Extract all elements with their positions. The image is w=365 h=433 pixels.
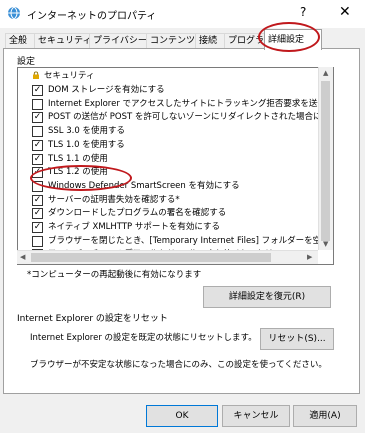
title-bar: インターネットのプロパティ ? ✕ [0, 0, 365, 28]
reset-button[interactable]: リセット(S)... [260, 328, 334, 350]
scroll-down-icon[interactable]: ▼ [323, 240, 328, 248]
setting-label: ブラウザーを閉じたとき、[Temporary Internet Files] フ… [48, 235, 334, 246]
setting-label: POST の送信が POST を許可しないゾーンにリダイレクトされた場合に警 [48, 112, 330, 123]
setting-label: TLS 1.1 の使用 [48, 153, 108, 164]
setting-checkbox[interactable] [32, 98, 43, 110]
setting-label: ダウンロードしたプログラムの署名を確認する [48, 208, 227, 219]
horizontal-scrollbar[interactable]: ◀ ▶ [17, 250, 318, 264]
reset-description: Internet Explorer の設定を既定の状態にリセットします。 [30, 333, 257, 343]
setting-label: Internet Explorer でアクセスしたサイトにトラッキング拒否要求を… [48, 98, 334, 109]
setting-label: TLS 1.0 を使用する [48, 139, 125, 150]
horizontal-scroll-thumb[interactable] [31, 253, 271, 262]
setting-label: SSL 3.0 を使用する [48, 126, 125, 137]
close-button[interactable]: ✕ [339, 4, 351, 20]
advanced-tab-highlight [258, 22, 320, 52]
category-label: セキュリティ [44, 71, 95, 81]
setting-checkbox[interactable]: ✓ [32, 112, 43, 124]
settings-section-label: 設定 [17, 57, 36, 67]
setting-checkbox[interactable] [32, 126, 43, 138]
cancel-button[interactable]: キャンセル [222, 405, 290, 427]
setting-checkbox[interactable] [32, 235, 43, 247]
tab-connections[interactable]: 接続 [195, 33, 227, 49]
tab-security[interactable]: セキュリティ [34, 33, 92, 49]
window-title: インターネットのプロパティ [27, 11, 157, 22]
tab-general[interactable]: 全般 [5, 33, 37, 49]
ok-button[interactable]: OK [146, 405, 218, 427]
lock-icon [33, 71, 39, 79]
restore-advanced-button[interactable]: 詳細設定を復元(R) [203, 286, 331, 308]
setting-checkbox[interactable]: ✓ [32, 208, 43, 220]
setting-checkbox[interactable]: ✓ [32, 85, 43, 96]
restart-note: *コンピューターの再起動後に有効になります [27, 270, 202, 280]
setting-checkbox[interactable]: ✓ [32, 194, 43, 206]
scroll-up-icon[interactable]: ▲ [323, 69, 328, 77]
tab-privacy[interactable]: プライバシー [89, 33, 149, 49]
tls12-highlight [30, 165, 132, 191]
reset-warning: ブラウザーが不安定な状態になった場合にのみ、この設定を使ってください。 [30, 360, 327, 370]
setting-label: DOM ストレージを有効にする [48, 85, 165, 95]
apply-button[interactable]: 適用(A) [293, 405, 357, 427]
help-button[interactable]: ? [300, 5, 306, 19]
setting-checkbox[interactable]: ✓ [32, 222, 43, 233]
vertical-scrollbar[interactable]: ▲ ▼ [318, 67, 333, 250]
vertical-scroll-thumb[interactable] [321, 81, 330, 241]
tab-content[interactable]: コンテンツ [146, 33, 198, 49]
setting-checkbox[interactable]: ✓ [32, 153, 43, 165]
setting-label: サーバーの証明書失効を確認する* [48, 194, 180, 205]
setting-label: ネイティブ XMLHTTP サポートを有効にする [48, 222, 220, 232]
scroll-left-icon[interactable]: ◀ [20, 253, 25, 261]
scroll-right-icon[interactable]: ▶ [307, 253, 312, 261]
setting-checkbox[interactable]: ✓ [32, 139, 43, 151]
reset-section-label: Internet Explorer の設定をリセット [17, 314, 168, 324]
internet-options-icon [8, 6, 20, 20]
